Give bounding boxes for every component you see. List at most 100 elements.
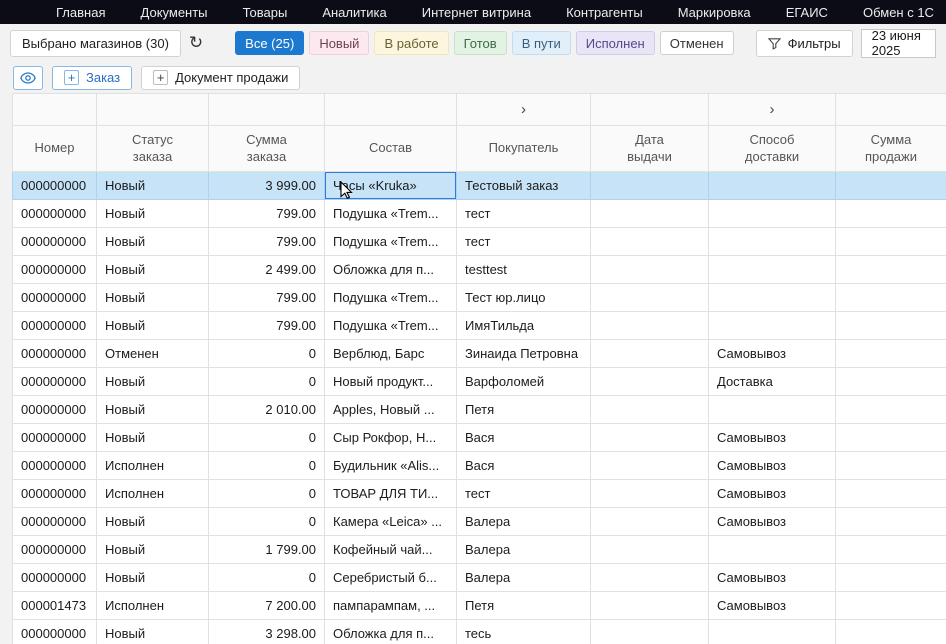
cell-number[interactable]: 000000000 <box>13 480 97 508</box>
cell-order-amount[interactable]: 799.00 <box>209 284 325 312</box>
cell-issue-date[interactable] <box>591 284 709 312</box>
cell-sale-amount[interactable] <box>836 228 946 256</box>
cell-issue-date[interactable] <box>591 368 709 396</box>
cell-content[interactable]: Обложка для п... <box>325 256 457 284</box>
table-row[interactable]: 000000000Новый0Серебристый б...ВалераСам… <box>13 564 946 592</box>
column-header-sale-amount[interactable]: Сумма продажи <box>836 126 946 172</box>
status-chip[interactable]: Исполнен <box>576 31 655 55</box>
cell-order-amount[interactable]: 0 <box>209 424 325 452</box>
cell-order-amount[interactable]: 7 200.00 <box>209 592 325 620</box>
cell-customer[interactable]: ИмяТильда <box>457 312 591 340</box>
cell-number[interactable]: 000000000 <box>13 340 97 368</box>
cell-customer[interactable]: Валера <box>457 536 591 564</box>
cell-number[interactable]: 000000000 <box>13 508 97 536</box>
table-row[interactable]: 000000000Новый0Новый продукт...Варфоломе… <box>13 368 946 396</box>
status-chip[interactable]: В пути <box>512 31 571 55</box>
cell-delivery-method[interactable] <box>709 228 836 256</box>
cell-delivery-method[interactable] <box>709 256 836 284</box>
cell-delivery-method[interactable] <box>709 396 836 424</box>
cell-number[interactable]: 000000000 <box>13 200 97 228</box>
cell-status[interactable]: Новый <box>97 284 209 312</box>
nav-item[interactable]: ЕГАИС <box>786 5 828 20</box>
cell-sale-amount[interactable] <box>836 340 946 368</box>
new-sale-document-button[interactable]: + Документ продажи <box>141 66 300 90</box>
column-group-expander[interactable]: › <box>457 94 591 126</box>
table-row[interactable]: 000000000Новый799.00Подушка «Trem...тест <box>13 200 946 228</box>
cell-customer[interactable]: тесь <box>457 620 591 644</box>
column-group-expander[interactable]: › <box>709 94 836 126</box>
cell-customer[interactable]: testtest <box>457 256 591 284</box>
status-chip[interactable]: Новый <box>309 31 369 55</box>
cell-order-amount[interactable]: 2 010.00 <box>209 396 325 424</box>
cell-delivery-method[interactable] <box>709 284 836 312</box>
cell-number[interactable]: 000000000 <box>13 284 97 312</box>
table-row[interactable]: 000000000Новый2 499.00Обложка для п...te… <box>13 256 946 284</box>
cell-order-amount[interactable]: 0 <box>209 340 325 368</box>
cell-status[interactable]: Новый <box>97 536 209 564</box>
cell-status[interactable]: Новый <box>97 424 209 452</box>
cell-order-amount[interactable]: 1 799.00 <box>209 536 325 564</box>
cell-order-amount[interactable]: 3 298.00 <box>209 620 325 644</box>
table-row[interactable]: 000000000Новый3 298.00Обложка для п...те… <box>13 620 946 644</box>
cell-customer[interactable]: Валера <box>457 564 591 592</box>
cell-number[interactable]: 000000000 <box>13 312 97 340</box>
cell-status[interactable]: Новый <box>97 564 209 592</box>
cell-order-amount[interactable]: 799.00 <box>209 228 325 256</box>
nav-item[interactable]: Аналитика <box>322 5 386 20</box>
table-row[interactable]: 000000000Новый1 799.00Кофейный чай...Вал… <box>13 536 946 564</box>
cell-delivery-method[interactable] <box>709 312 836 340</box>
cell-content[interactable]: Верблюд, Барс <box>325 340 457 368</box>
table-row[interactable]: 000000000Новый799.00Подушка «Trem...тест <box>13 228 946 256</box>
cell-issue-date[interactable] <box>591 340 709 368</box>
cell-status[interactable]: Исполнен <box>97 480 209 508</box>
cell-order-amount[interactable]: 0 <box>209 564 325 592</box>
table-row[interactable]: 000000000Новый799.00Подушка «Trem...ИмяТ… <box>13 312 946 340</box>
cell-content[interactable]: Камера «Leica» ... <box>325 508 457 536</box>
cell-status[interactable]: Новый <box>97 200 209 228</box>
cell-content[interactable]: Часы «Kruka» <box>325 172 457 200</box>
cell-issue-date[interactable] <box>591 396 709 424</box>
cell-customer[interactable]: Зинаида Петровна <box>457 340 591 368</box>
table-row[interactable]: 000000000Новый0Сыр Рокфор, Н...ВасяСамов… <box>13 424 946 452</box>
cell-sale-amount[interactable] <box>836 536 946 564</box>
cell-issue-date[interactable] <box>591 536 709 564</box>
status-chip[interactable]: Отменен <box>660 31 734 55</box>
cell-sale-amount[interactable] <box>836 172 946 200</box>
cell-content[interactable]: Новый продукт... <box>325 368 457 396</box>
cell-customer[interactable]: тест <box>457 200 591 228</box>
cell-delivery-method[interactable]: Самовывоз <box>709 424 836 452</box>
table-row[interactable]: 000000000Новый799.00Подушка «Trem...Тест… <box>13 284 946 312</box>
cell-order-amount[interactable]: 2 499.00 <box>209 256 325 284</box>
cell-sale-amount[interactable] <box>836 284 946 312</box>
table-row[interactable]: 000000000Исполнен0Будильник «Alis...Вася… <box>13 452 946 480</box>
cell-customer[interactable]: Вася <box>457 452 591 480</box>
cell-delivery-method[interactable] <box>709 200 836 228</box>
cell-customer[interactable]: Петя <box>457 396 591 424</box>
cell-number[interactable]: 000000000 <box>13 536 97 564</box>
cell-issue-date[interactable] <box>591 200 709 228</box>
nav-item[interactable]: Документы <box>141 5 208 20</box>
cell-number[interactable]: 000000000 <box>13 452 97 480</box>
cell-content[interactable]: Подушка «Trem... <box>325 200 457 228</box>
cell-delivery-method[interactable]: Самовывоз <box>709 452 836 480</box>
cell-status[interactable]: Новый <box>97 312 209 340</box>
status-chip[interactable]: Все (25) <box>235 31 304 55</box>
cell-sale-amount[interactable] <box>836 396 946 424</box>
cell-issue-date[interactable] <box>591 452 709 480</box>
table-row[interactable]: 000000000Отменен0Верблюд, БарсЗинаида Пе… <box>13 340 946 368</box>
table-row[interactable]: 000000000Исполнен0ТОВАР ДЛЯ ТИ...тестСам… <box>13 480 946 508</box>
cell-number[interactable]: 000000000 <box>13 172 97 200</box>
cell-status[interactable]: Новый <box>97 368 209 396</box>
cell-status[interactable]: Новый <box>97 256 209 284</box>
cell-content[interactable]: Подушка «Trem... <box>325 312 457 340</box>
cell-sale-amount[interactable] <box>836 592 946 620</box>
cell-number[interactable]: 000000000 <box>13 256 97 284</box>
cell-status[interactable]: Исполнен <box>97 452 209 480</box>
cell-content[interactable]: Будильник «Alis... <box>325 452 457 480</box>
shops-selector-button[interactable]: Выбрано магазинов (30) <box>10 30 181 57</box>
cell-delivery-method[interactable]: Доставка <box>709 368 836 396</box>
nav-item[interactable]: Контрагенты <box>566 5 643 20</box>
cell-number[interactable]: 000000000 <box>13 228 97 256</box>
cell-status[interactable]: Исполнен <box>97 592 209 620</box>
filters-button[interactable]: Фильтры <box>756 30 853 57</box>
